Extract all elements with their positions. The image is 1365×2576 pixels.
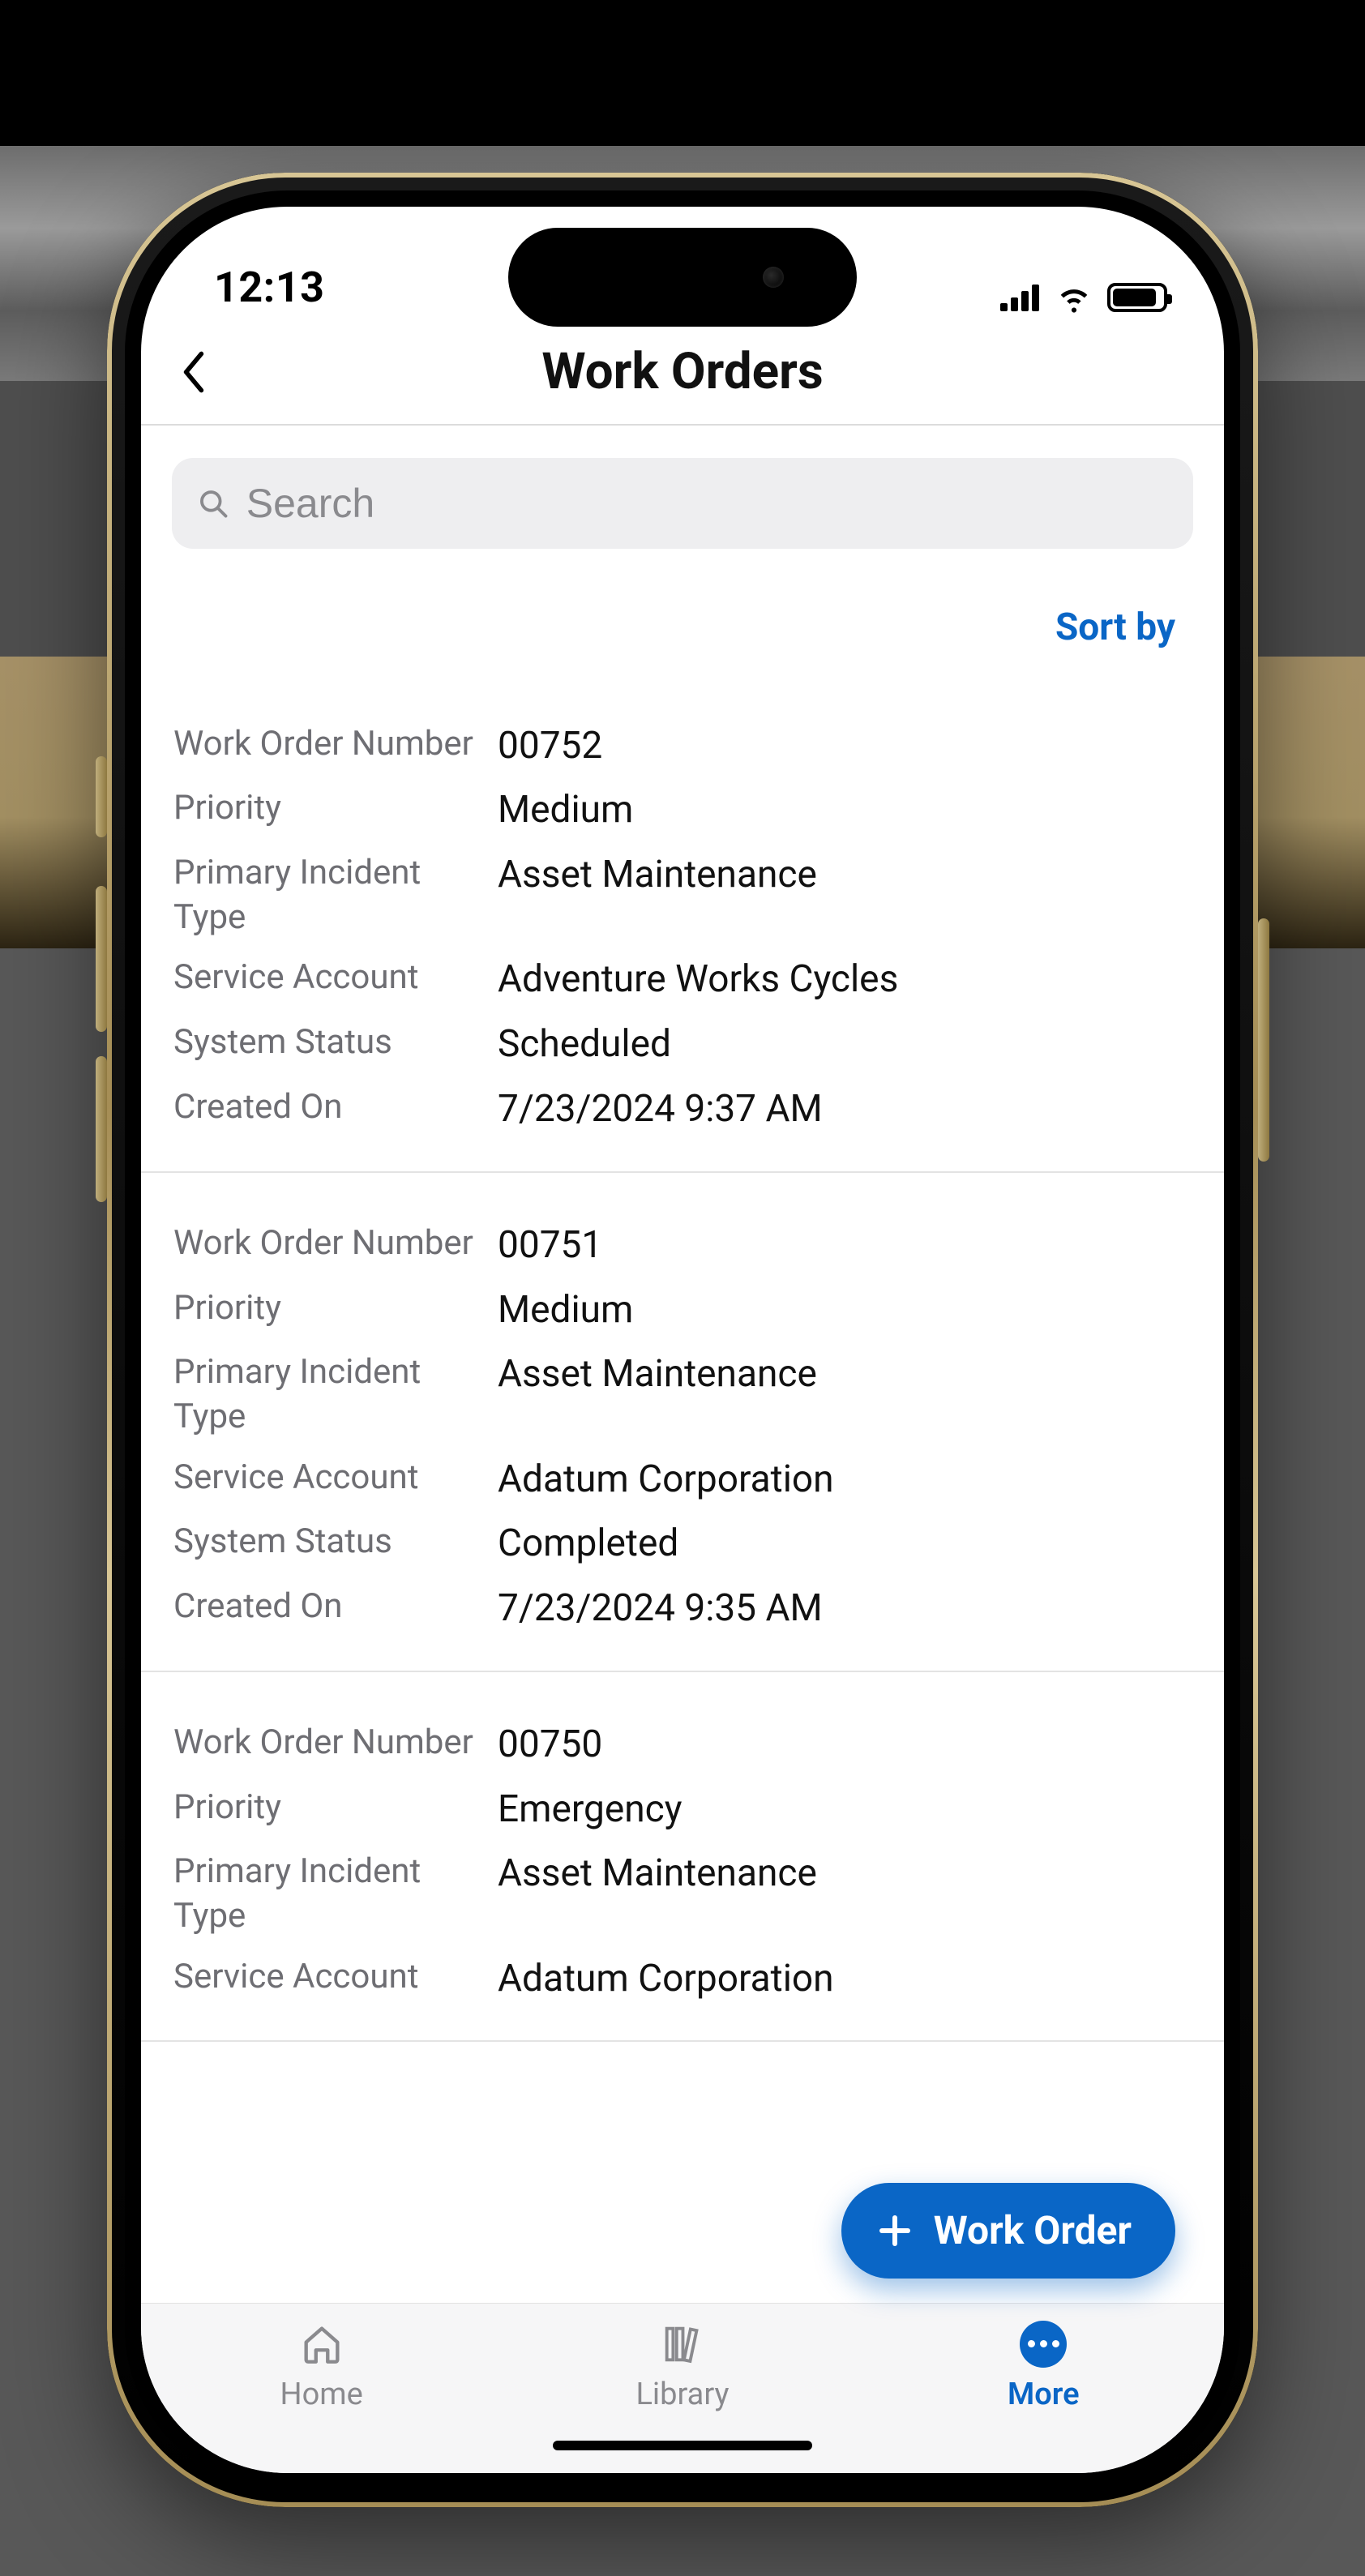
volume-down-button [96, 1056, 107, 1202]
tab-label: Library [635, 2377, 729, 2412]
search-icon [196, 486, 230, 521]
field-label: System Status [173, 1021, 498, 1069]
system-status-value: Completed [498, 1520, 678, 1568]
service-account-value: Adventure Works Cycles [498, 956, 898, 1004]
phone-frame: 12:13 [107, 173, 1258, 2507]
nav-header: Work Orders [141, 320, 1224, 426]
created-on-value: 7/23/2024 9:37 AM [498, 1085, 823, 1134]
priority-value: Medium [498, 786, 633, 835]
power-button [1258, 918, 1269, 1162]
field-label: Work Order Number [173, 1222, 498, 1270]
wifi-icon [1055, 284, 1093, 311]
work-order-card[interactable]: Work Order Number00752 PriorityMedium Pr… [141, 674, 1224, 1173]
priority-value: Medium [498, 1286, 633, 1335]
work-order-card[interactable]: Work Order Number00751 PriorityMedium Pr… [141, 1173, 1224, 1672]
field-label: Service Account [173, 956, 498, 1004]
back-button[interactable] [141, 320, 222, 424]
chevron-left-icon [182, 350, 206, 394]
work-order-number: 00752 [498, 722, 602, 771]
status-icons [1000, 283, 1167, 312]
field-label: Priority [173, 1786, 498, 1834]
field-label: Priority [173, 1286, 498, 1335]
field-label: Created On [173, 1085, 498, 1134]
search-field[interactable] [172, 458, 1193, 549]
field-label: Primary Incident Type [173, 1350, 498, 1439]
bg-band [0, 0, 1365, 146]
stage: 12:13 [0, 0, 1365, 2576]
field-label: Service Account [173, 1955, 498, 2004]
phone-bezel: 12:13 [125, 190, 1240, 2489]
field-label: Service Account [173, 1456, 498, 1504]
tab-label: More [1008, 2377, 1080, 2412]
home-indicator[interactable] [553, 2441, 812, 2450]
volume-up-button [96, 886, 107, 1032]
incident-type-value: Asset Maintenance [498, 1850, 817, 1938]
library-icon [659, 2318, 706, 2370]
work-order-number: 00751 [498, 1222, 602, 1270]
new-work-order-button[interactable]: Work Order [841, 2183, 1175, 2279]
tab-home[interactable]: Home [141, 2318, 502, 2473]
work-order-list[interactable]: Work Order Number00752 PriorityMedium Pr… [141, 674, 1224, 2303]
incident-type-value: Asset Maintenance [498, 851, 817, 939]
home-icon [298, 2318, 345, 2370]
field-label: Priority [173, 786, 498, 835]
work-order-number: 00750 [498, 1721, 602, 1769]
tab-more[interactable]: More [863, 2318, 1224, 2473]
cellular-icon [1000, 284, 1041, 311]
screen: 12:13 [141, 207, 1224, 2473]
fab-label: Work Order [934, 2207, 1132, 2253]
plus-icon [875, 2211, 914, 2250]
status-time: 12:13 [214, 263, 325, 312]
tab-label: Home [280, 2377, 363, 2412]
more-icon [1020, 2321, 1067, 2368]
field-label: System Status [173, 1520, 498, 1568]
mute-switch [96, 756, 107, 837]
battery-icon [1107, 283, 1167, 312]
sort-row: Sort by [141, 549, 1224, 674]
field-label: Work Order Number [173, 722, 498, 771]
page-title: Work Orders [141, 342, 1224, 401]
service-account-value: Adatum Corporation [498, 1955, 834, 2004]
search-container [141, 426, 1224, 549]
system-status-value: Scheduled [498, 1021, 671, 1069]
created-on-value: 7/23/2024 9:35 AM [498, 1585, 823, 1633]
search-input[interactable] [246, 480, 1169, 527]
priority-value: Emergency [498, 1786, 682, 1834]
dynamic-island [508, 228, 857, 327]
sort-button[interactable]: Sort by [1055, 605, 1175, 649]
service-account-value: Adatum Corporation [498, 1456, 834, 1504]
work-order-card[interactable]: Work Order Number00750 PriorityEmergency… [141, 1672, 1224, 2043]
field-label: Created On [173, 1585, 498, 1633]
field-label: Work Order Number [173, 1721, 498, 1769]
field-label: Primary Incident Type [173, 1850, 498, 1938]
field-label: Primary Incident Type [173, 851, 498, 939]
incident-type-value: Asset Maintenance [498, 1350, 817, 1439]
